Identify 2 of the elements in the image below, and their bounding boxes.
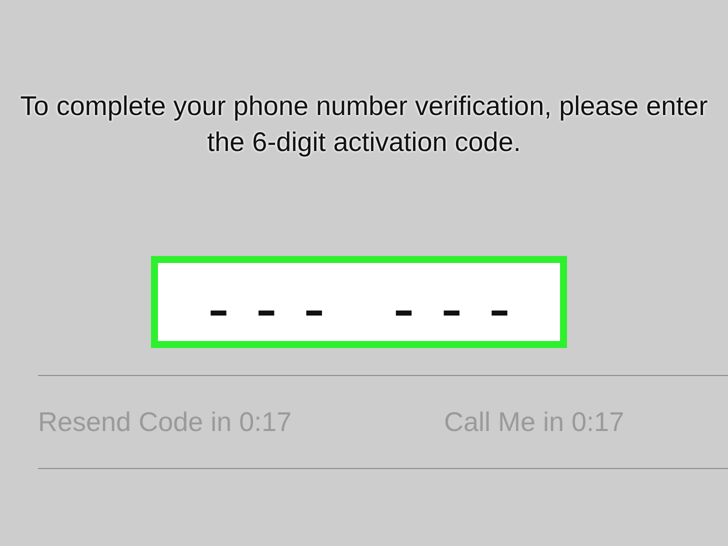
code-input-field[interactable]: – – – – – – bbox=[151, 256, 567, 348]
instruction-text: To complete your phone number verification, please enter the 6-digit activation code. bbox=[20, 90, 708, 159]
